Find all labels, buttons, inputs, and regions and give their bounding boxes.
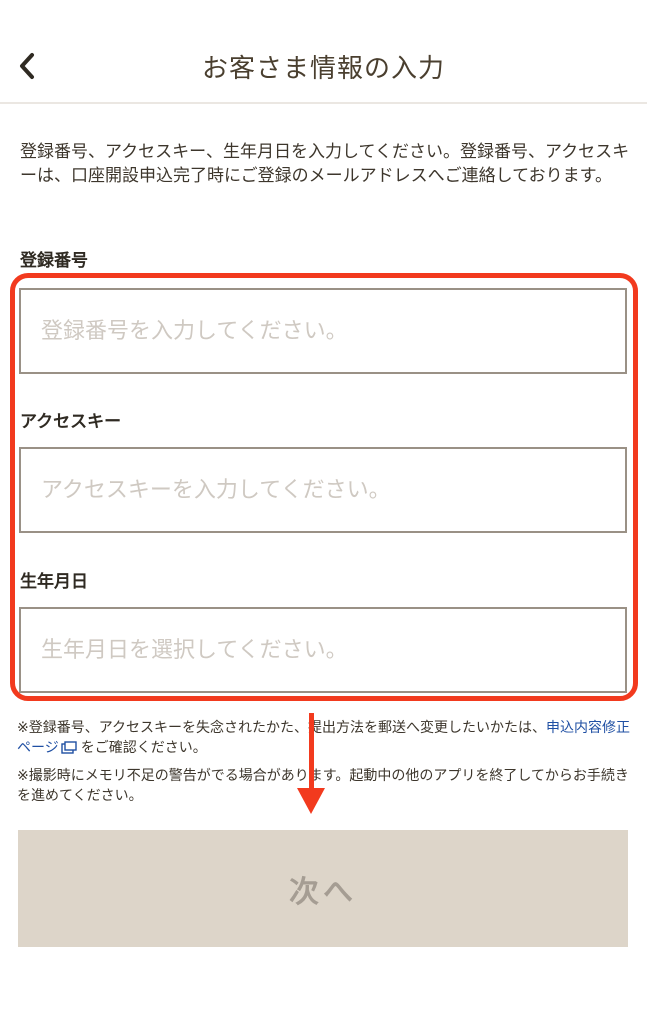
external-window-icon: [61, 740, 77, 760]
next-button-label: 次へ: [289, 874, 357, 910]
registration-number-label: 登録番号: [20, 251, 88, 271]
page-title: お客さま情報の入力: [201, 54, 445, 84]
note1-text-before: ※登録番号、アクセスキーを失念されたかた、提出方法を郵送へ変更したいかたは、: [17, 720, 547, 736]
access-key-input[interactable]: [19, 447, 627, 533]
birth-date-input[interactable]: [19, 607, 627, 693]
next-button[interactable]: 次へ: [18, 830, 628, 947]
birth-date-label: 生年月日: [20, 572, 88, 592]
header: お客さま情報の入力: [0, 0, 647, 104]
note-forgot-credentials: ※登録番号、アクセスキーを失念されたかた、提出方法を郵送へ変更したいかたは、申込…: [17, 718, 632, 760]
annotation-arrow-head-icon: [297, 788, 325, 814]
registration-number-input[interactable]: [19, 288, 627, 374]
access-key-label: アクセスキー: [20, 412, 122, 432]
note1-text-after: をご確認ください。: [80, 740, 207, 756]
annotation-arrow-line: [309, 713, 314, 793]
intro-text: 登録番号、アクセスキー、生年月日を入力してください。登録番号、アクセスキーは、口…: [20, 142, 630, 186]
